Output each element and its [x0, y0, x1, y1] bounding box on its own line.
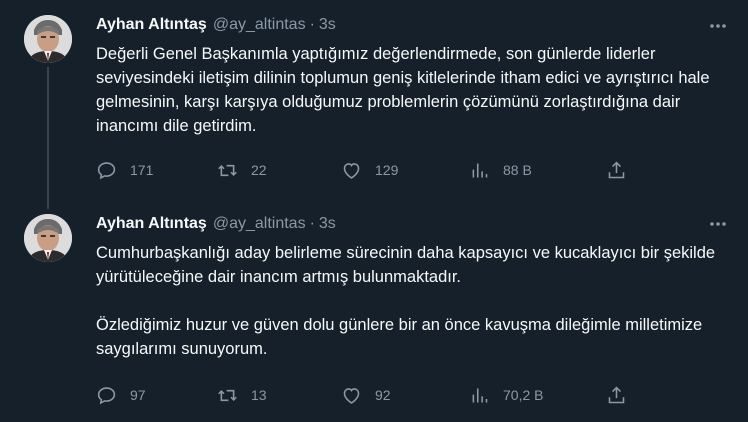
- tweet-header: Ayhan Altıntaş @ay_altintas · 3s: [96, 213, 336, 235]
- tweet-text: Değerli Genel Başkanımla yaptığımız değe…: [96, 45, 710, 135]
- reply-button[interactable]: 97: [96, 383, 146, 407]
- views-chart-icon: [472, 163, 488, 177]
- author-name[interactable]: Ayhan Altıntaş: [96, 215, 207, 233]
- retweet-button[interactable]: 22: [217, 158, 267, 182]
- tweet-actions: 171 22 129 88 B: [96, 158, 636, 182]
- share-icon: [608, 161, 625, 178]
- views-count: 88 B: [503, 162, 532, 178]
- more-horizontal-icon[interactable]: [708, 214, 728, 234]
- reply-count: 97: [130, 387, 146, 403]
- reply-count: 171: [130, 162, 154, 178]
- retweet-count: 13: [251, 387, 267, 403]
- retweet-icon: [218, 389, 237, 401]
- share-button[interactable]: [606, 158, 627, 182]
- retweet-icon: [218, 164, 237, 176]
- tweet-2[interactable]: Ayhan Altıntaş @ay_altintas · 3s Cumhurb…: [0, 205, 748, 422]
- retweet-button[interactable]: 13: [217, 383, 267, 407]
- timestamp[interactable]: 3s: [319, 16, 336, 34]
- reply-button[interactable]: 171: [96, 158, 153, 182]
- reply-icon: [97, 161, 116, 179]
- heart-icon: [343, 387, 360, 404]
- tweet-1[interactable]: Ayhan Altıntaş @ay_altintas · 3s Değerli…: [0, 0, 748, 209]
- tweet-header: Ayhan Altıntaş @ay_altintas · 3s: [96, 14, 336, 36]
- avatar-photo: [24, 214, 72, 262]
- timestamp[interactable]: 3s: [319, 215, 336, 233]
- like-count: 129: [375, 162, 399, 178]
- avatar[interactable]: [24, 15, 72, 63]
- author-name[interactable]: Ayhan Altıntaş: [96, 16, 207, 34]
- author-handle[interactable]: @ay_altintas: [213, 215, 306, 233]
- thread-line: [47, 67, 49, 209]
- author-handle[interactable]: @ay_altintas: [213, 16, 306, 34]
- views-count: 70,2 B: [503, 387, 544, 403]
- retweet-count: 22: [251, 162, 267, 178]
- share-button[interactable]: [606, 383, 627, 407]
- like-button[interactable]: 129: [341, 158, 398, 182]
- heart-icon: [343, 162, 360, 179]
- views-button[interactable]: 88 B: [469, 158, 532, 182]
- like-count: 92: [375, 387, 391, 403]
- avatar[interactable]: [24, 214, 72, 262]
- more-horizontal-icon[interactable]: [708, 16, 728, 36]
- views-button[interactable]: 70,2 B: [469, 383, 543, 407]
- share-icon: [608, 386, 625, 403]
- reply-icon: [97, 386, 116, 404]
- tweet-actions: 97 13 92 70,2 B: [96, 383, 636, 407]
- tweet-text: Cumhurbaşkanlığı aday belirleme sürecini…: [96, 244, 716, 358]
- views-chart-icon: [472, 388, 488, 402]
- separator-dot: ·: [309, 215, 315, 232]
- avatar-photo: [24, 15, 72, 63]
- like-button[interactable]: 92: [341, 383, 391, 407]
- separator-dot: ·: [309, 16, 315, 33]
